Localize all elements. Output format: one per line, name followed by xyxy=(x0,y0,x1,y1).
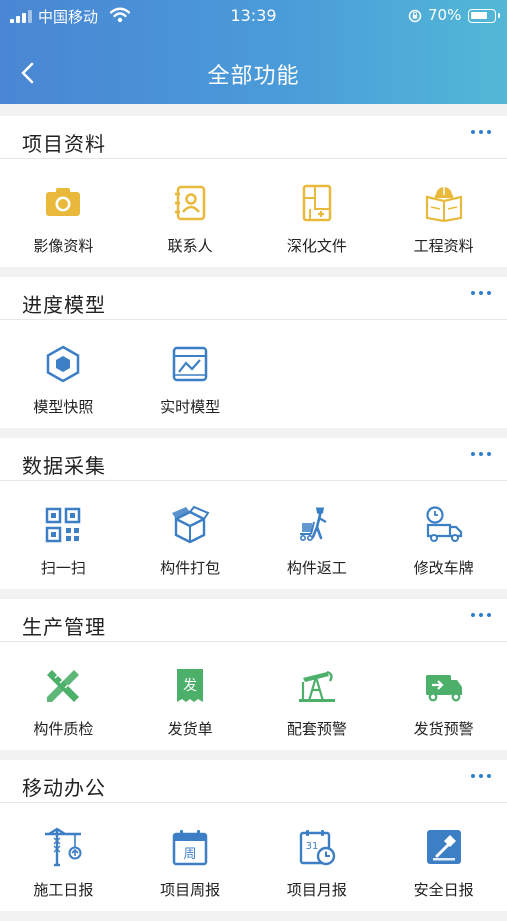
grid-item-scan[interactable]: 扫一扫 xyxy=(0,481,127,589)
page-title: 全部功能 xyxy=(207,64,300,89)
grid-item-label: 施工日报 xyxy=(33,881,94,899)
section-data-collection: 数据采集 扫一扫 构件打包 构件返工 修改车牌 xyxy=(0,438,507,589)
calendar-glyph: 31 xyxy=(306,841,319,852)
qr-scan-icon xyxy=(43,505,83,545)
grid-item-edit-plate[interactable]: 修改车牌 xyxy=(380,481,507,589)
weekly-calendar-icon: 周 xyxy=(170,827,210,867)
grid-item-label: 发货单 xyxy=(167,720,213,738)
contact-icon xyxy=(170,183,210,223)
section-title: 数据采集 xyxy=(22,454,106,478)
more-dots-icon[interactable] xyxy=(471,613,491,621)
grid-item-image-data[interactable]: 影像资料 xyxy=(0,159,127,267)
calendar-glyph: 周 xyxy=(184,847,197,862)
delivery-receipt-icon: 发 xyxy=(170,666,210,706)
section-mobile-office: 移动办公 施工日报 周 项目周报 31 项目月报 安全日报 xyxy=(0,760,507,911)
model-snapshot-icon xyxy=(43,344,83,384)
oil-pump-icon xyxy=(297,666,337,706)
grid-item-component-rework[interactable]: 构件返工 xyxy=(254,481,381,589)
more-dots-icon[interactable] xyxy=(471,130,491,138)
battery-icon xyxy=(468,9,500,23)
grid-item-label: 实时模型 xyxy=(160,398,221,416)
engineering-book-icon xyxy=(424,183,464,223)
section-title: 移动办公 xyxy=(22,776,106,800)
more-dots-icon[interactable] xyxy=(471,452,491,460)
blueprint-file-icon xyxy=(297,183,337,223)
more-dots-icon[interactable] xyxy=(471,774,491,782)
grid-item-label: 模型快照 xyxy=(33,398,94,416)
grid-item-label: 配套预警 xyxy=(286,720,347,738)
section-header: 进度模型 xyxy=(0,277,507,320)
section-header: 移动办公 xyxy=(0,760,507,803)
grid-item-label: 影像资料 xyxy=(33,237,94,255)
more-dots-icon[interactable] xyxy=(471,291,491,299)
crane-icon xyxy=(43,827,83,867)
grid-item-engineering-docs[interactable]: 工程资料 xyxy=(380,159,507,267)
grid-item-label: 项目月报 xyxy=(286,881,347,899)
grid-item-delivery-warning[interactable]: 发货预警 xyxy=(380,642,507,750)
grid-item-label: 发货预警 xyxy=(413,720,474,738)
grid-item-label: 扫一扫 xyxy=(40,559,86,577)
section-progress-model: 进度模型 模型快照 实时模型 xyxy=(0,277,507,428)
section-title: 生产管理 xyxy=(22,615,106,639)
realtime-model-icon xyxy=(170,344,210,384)
grid-item-safety-daily[interactable]: 安全日报 xyxy=(380,803,507,911)
section-header: 项目资料 xyxy=(0,116,507,159)
grid-item-quality-check[interactable]: 构件质检 xyxy=(0,642,127,750)
section-production: 生产管理 构件质检 发 发货单 配套预警 发货预警 xyxy=(0,599,507,750)
section-project-docs: 项目资料 影像资料 联系人 深化文件 工程资料 xyxy=(0,116,507,267)
grid-item-supply-warning[interactable]: 配套预警 xyxy=(254,642,381,750)
section-title: 进度模型 xyxy=(22,293,106,317)
grid-item-realtime-model[interactable]: 实时模型 xyxy=(127,320,254,428)
truck-clock-icon xyxy=(424,505,464,545)
safety-hammer-icon xyxy=(424,827,464,867)
delivery-truck-icon xyxy=(424,666,464,706)
grid-item-label: 构件返工 xyxy=(286,559,347,577)
receipt-glyph: 发 xyxy=(183,678,197,694)
function-list: 项目资料 影像资料 联系人 深化文件 工程资料 进度模型 模型快照 实时模型 数… xyxy=(0,116,507,921)
rotation-lock-icon xyxy=(408,9,422,23)
grid-item-label: 深化文件 xyxy=(286,237,347,255)
section-title: 项目资料 xyxy=(22,132,106,156)
ruler-pencil-icon xyxy=(43,666,83,706)
grid-item-label: 修改车牌 xyxy=(413,559,474,577)
grid-item-label: 联系人 xyxy=(167,237,213,255)
grid-item-label: 工程资料 xyxy=(413,237,474,255)
grid-item-construction-daily[interactable]: 施工日报 xyxy=(0,803,127,911)
grid-item-label: 项目周报 xyxy=(160,881,221,899)
grid-item-component-package[interactable]: 构件打包 xyxy=(127,481,254,589)
grid-item-contacts[interactable]: 联系人 xyxy=(127,159,254,267)
section-header: 数据采集 xyxy=(0,438,507,481)
grid-item-model-snapshot[interactable]: 模型快照 xyxy=(0,320,127,428)
worker-cart-icon xyxy=(297,505,337,545)
camera-icon xyxy=(43,183,83,223)
grid-item-label: 安全日报 xyxy=(413,881,474,899)
grid-item-weekly-report[interactable]: 周 项目周报 xyxy=(127,803,254,911)
grid-item-monthly-report[interactable]: 31 项目月报 xyxy=(254,803,381,911)
grid-item-delivery-note[interactable]: 发 发货单 xyxy=(127,642,254,750)
app-header: 中国移动 13:39 70% 全部功能 xyxy=(0,0,507,104)
grid-item-design-files[interactable]: 深化文件 xyxy=(254,159,381,267)
package-box-icon xyxy=(170,505,210,545)
grid-item-label: 构件打包 xyxy=(160,559,221,577)
grid-item-label: 构件质检 xyxy=(33,720,94,738)
monthly-calendar-icon: 31 xyxy=(297,827,337,867)
battery-percent: 70% xyxy=(428,6,462,24)
section-header: 生产管理 xyxy=(0,599,507,642)
status-bar: 中国移动 13:39 70% xyxy=(0,0,507,32)
